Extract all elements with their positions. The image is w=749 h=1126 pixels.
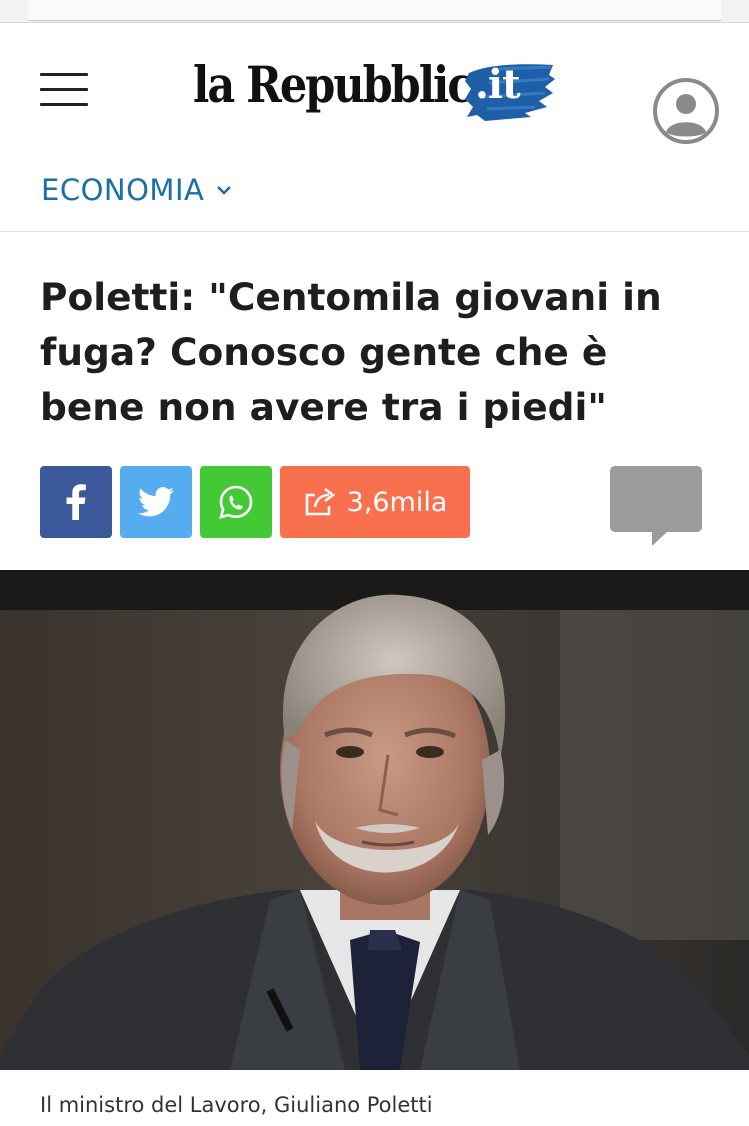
article-headline: Poletti: "Centomila giovani in fuga? Con…	[40, 275, 662, 429]
portrait-photo	[0, 570, 749, 1070]
logo-tld: .it	[475, 61, 521, 108]
chevron-down-icon	[217, 186, 232, 195]
user-account-icon[interactable]	[652, 77, 720, 145]
section-label: ECONOMIA	[41, 173, 205, 207]
whatsapp-share-button[interactable]	[200, 466, 272, 538]
facebook-share-button[interactable]	[40, 466, 112, 538]
article-photo[interactable]	[0, 570, 749, 1070]
section-nav: ECONOMIA	[0, 149, 749, 232]
twitter-icon	[138, 487, 174, 517]
site-header: la Repubblica .it	[0, 22, 749, 150]
whatsapp-icon	[219, 485, 253, 519]
share-arrow-icon	[305, 487, 335, 516]
comment-bubble-icon[interactable]	[610, 466, 702, 548]
previous-card-edge	[28, 0, 721, 21]
photo-caption: Il ministro del Lavoro, Giuliano Poletti	[40, 1093, 433, 1117]
share-count: 3,6mila	[346, 486, 448, 518]
browser-top-strip	[0, 0, 749, 22]
site-logo[interactable]: la Repubblica .it	[193, 53, 558, 125]
hamburger-icon[interactable]	[40, 73, 88, 107]
twitter-share-button[interactable]	[120, 466, 192, 538]
share-count-button[interactable]: 3,6mila	[280, 466, 470, 538]
facebook-icon	[66, 484, 86, 520]
section-dropdown[interactable]: ECONOMIA	[41, 173, 232, 207]
logo-text: la Repubblica	[193, 57, 499, 115]
